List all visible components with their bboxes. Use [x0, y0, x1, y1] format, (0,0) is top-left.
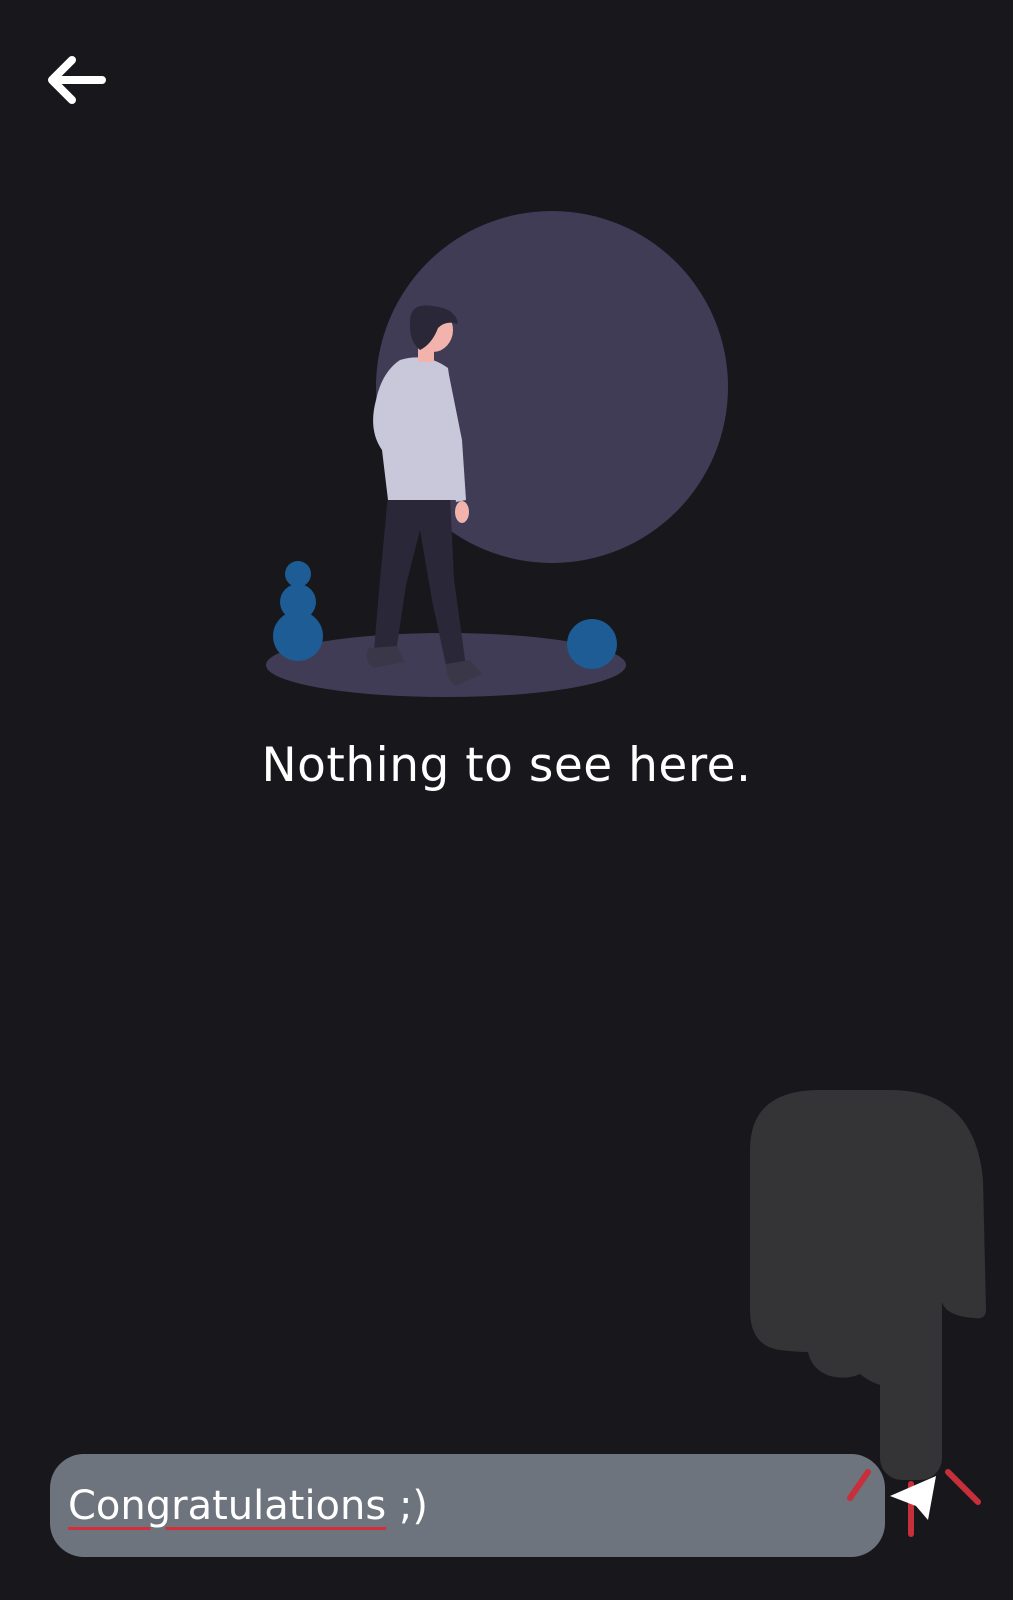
misspelled-word: Congratulations [68, 1482, 387, 1529]
arrow-left-icon [48, 56, 106, 104]
empty-state-text: Nothing to see here. [261, 738, 752, 793]
message-text-rest: ;) [386, 1482, 429, 1529]
ball-right [567, 619, 617, 669]
message-input[interactable]: Congratulations ;) [50, 1454, 885, 1557]
message-text: Congratulations ;) [68, 1483, 428, 1529]
back-button[interactable] [30, 40, 120, 120]
empty-state-illustration [266, 211, 728, 697]
ball-stack-middle [280, 584, 316, 620]
send-button[interactable] [830, 1462, 1010, 1562]
ball-stack-top [285, 561, 311, 587]
empty-state-screen: Nothing to see here. Congratulations ;) [0, 0, 1013, 1600]
